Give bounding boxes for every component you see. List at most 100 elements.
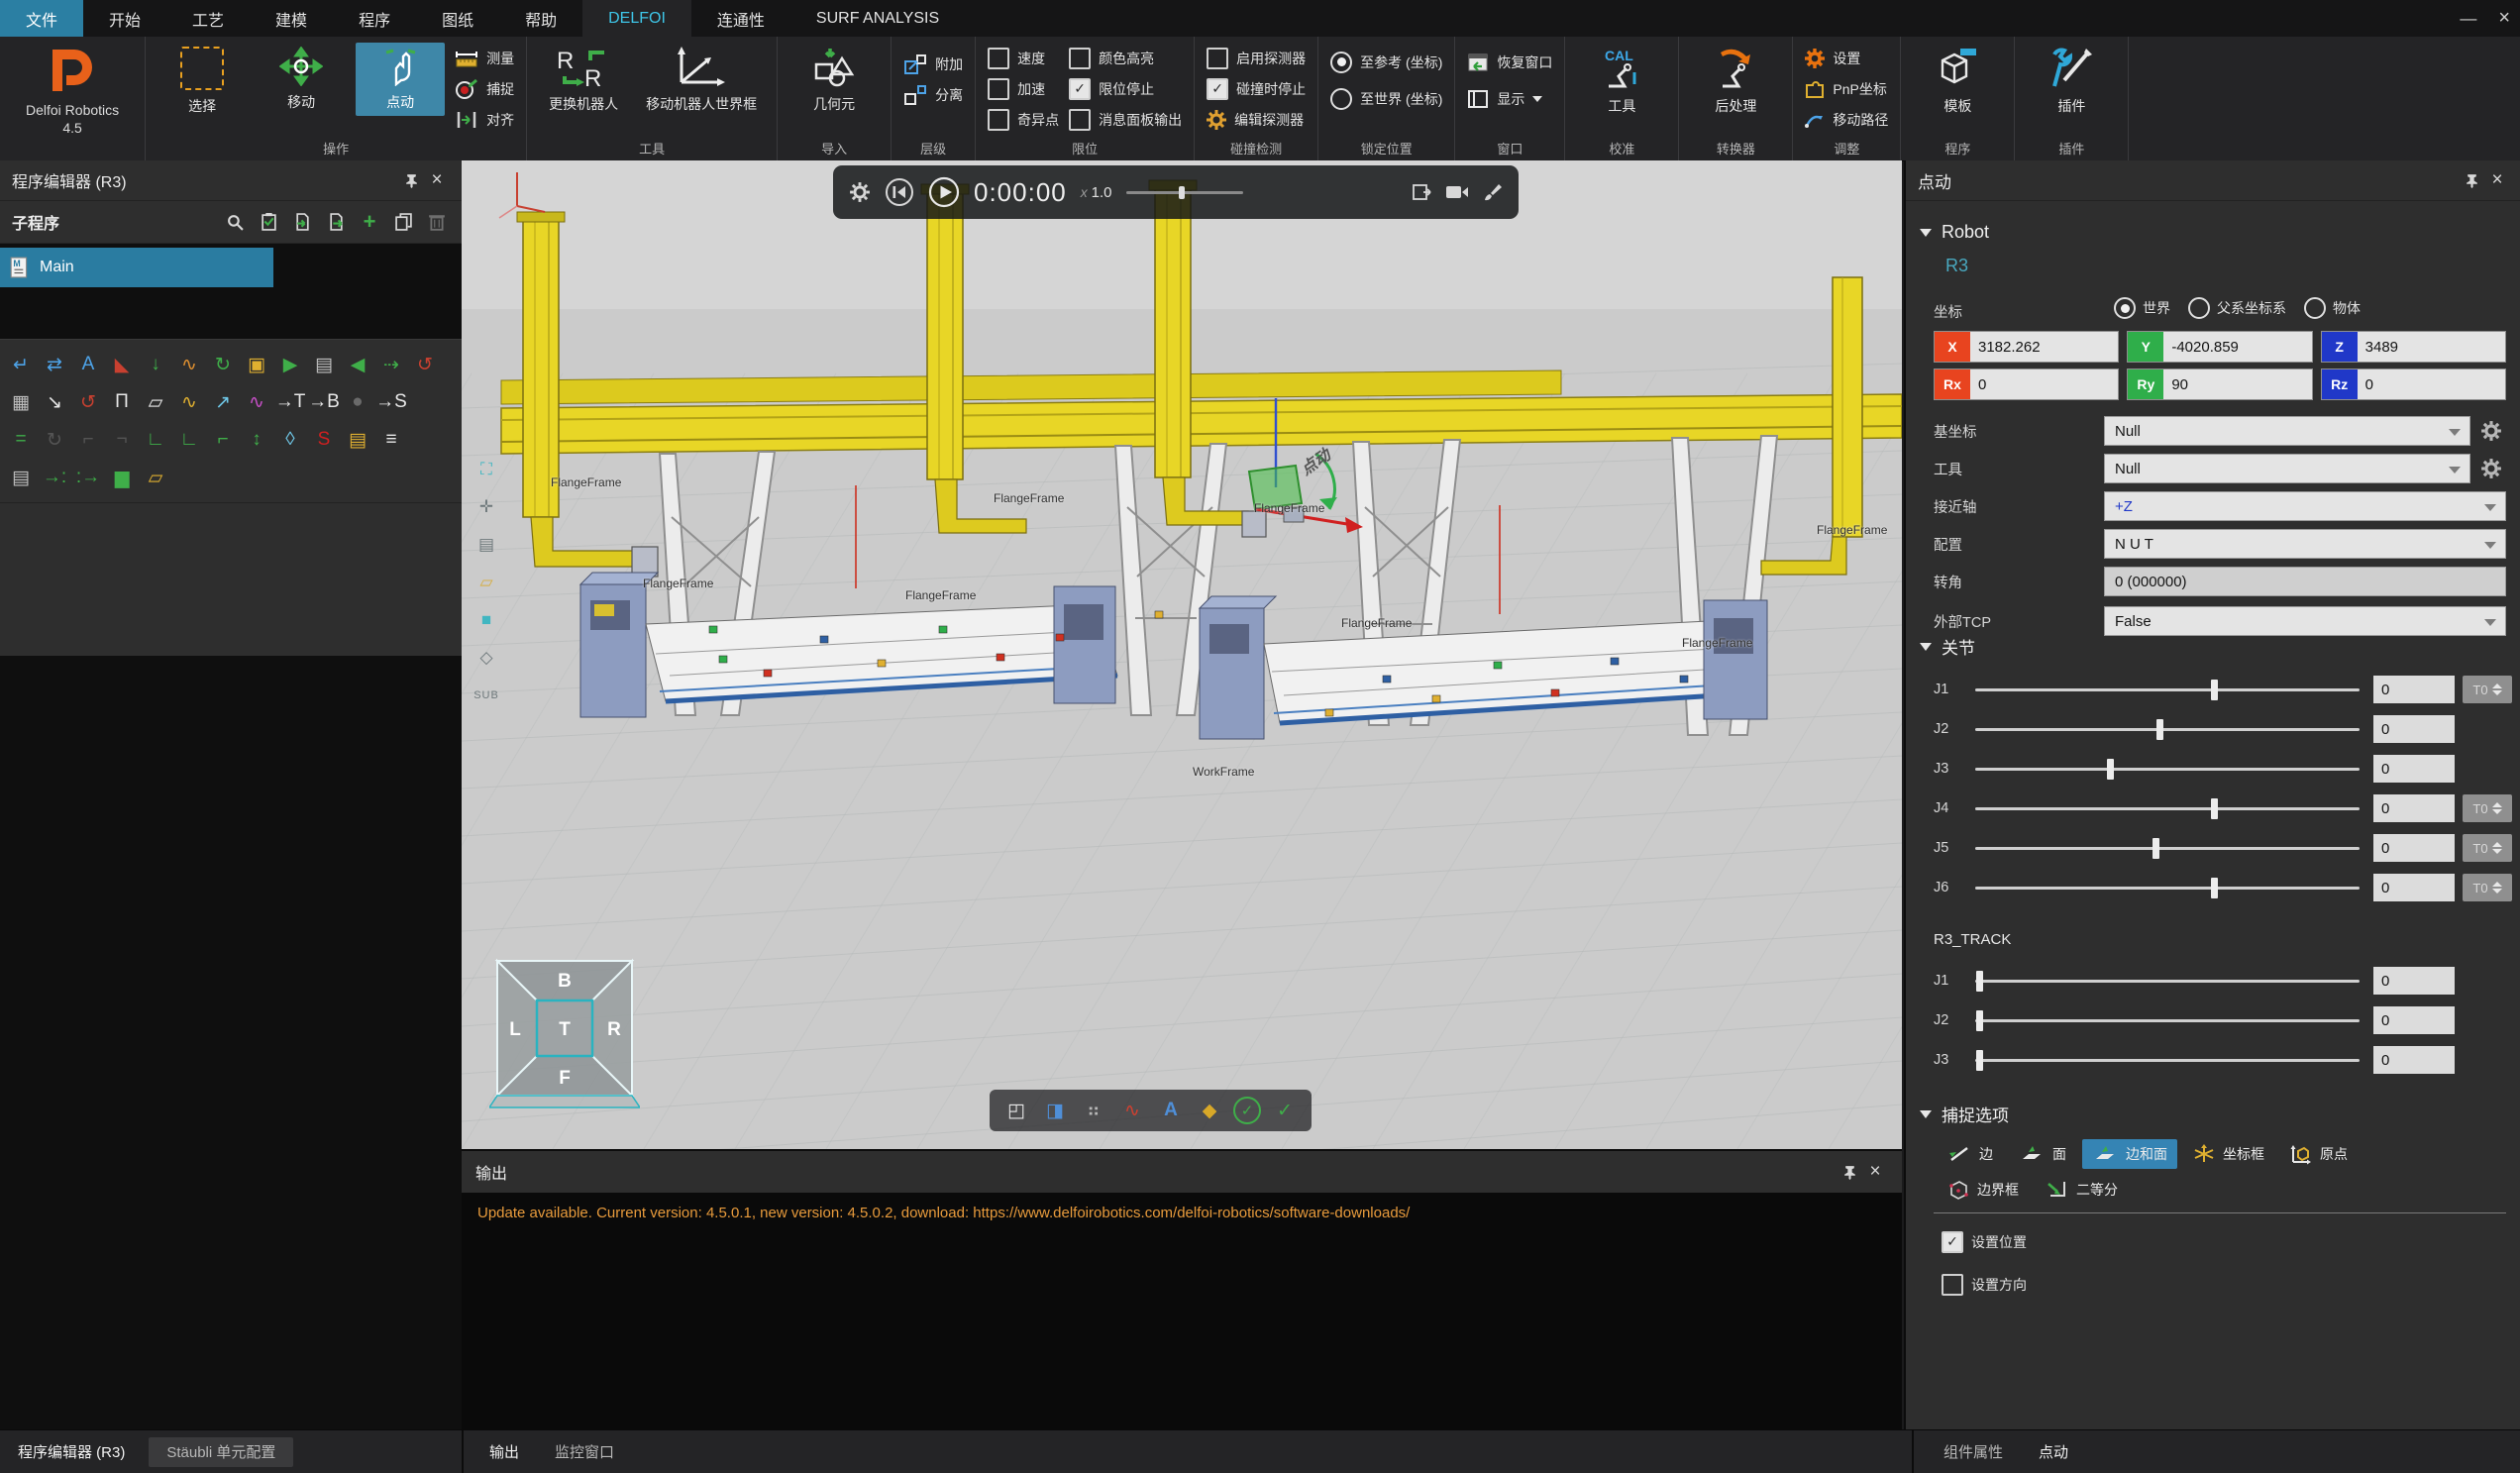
jump-left-icon[interactable]: ⌐ [71,425,105,455]
signal-chart-icon[interactable]: ∿ [1117,1096,1147,1125]
playback-settings-gear-icon[interactable] [849,181,871,203]
jog-pin-icon[interactable] [2459,167,2484,193]
align-button[interactable]: 对齐 [455,106,514,133]
up-arrow-icon[interactable] [2492,802,2502,807]
curve-move-icon[interactable]: ↘ [38,387,71,417]
menu-tab-6[interactable]: 图纸 [416,0,499,37]
page-icon[interactable]: ▤ [473,533,499,557]
pan-icon[interactable]: ✛ [473,495,499,519]
delete-subprogram-icon[interactable] [424,209,450,235]
apply-check-icon[interactable]: ✓ [1270,1096,1300,1125]
insert-down-icon[interactable]: ↓ [139,350,172,379]
snap-checkbox-1[interactable]: ✓设置位置 [1942,1228,2027,1255]
loop-icon[interactable]: ↻ [206,350,240,379]
joints-section-header[interactable]: 关节 [1920,634,1975,659]
pose-field-y[interactable]: Y-4020.859 [2127,331,2312,363]
disabled-circle-icon[interactable]: ● [341,387,374,417]
check-ok-icon[interactable]: ✓ [1233,1097,1261,1124]
record-video-icon[interactable] [1445,183,1469,201]
field-gear-icon[interactable] [2476,416,2506,446]
export-image-icon[interactable] [1412,182,1431,202]
field-dropdown[interactable]: +Z [2104,491,2506,521]
field-gear-icon[interactable] [2476,454,2506,483]
sync-icon[interactable]: ↕ [240,425,273,455]
coord-mode-radio-2[interactable]: 父系坐标系 [2188,297,2286,319]
slider-knob[interactable] [1976,971,1983,992]
rotary-icon[interactable]: ↺ [71,387,105,417]
field-dropdown[interactable]: False [2104,606,2506,636]
template-button[interactable]: 模板 [1913,43,2002,120]
ramp-icon[interactable]: ◣ [105,350,139,379]
enable-detector-checkbox[interactable]: ✓启用探测器 [1207,45,1306,71]
geometry-button[interactable]: 几何元 [789,43,879,118]
slider-knob[interactable] [2211,798,2218,819]
pose-field-x[interactable]: X3182.262 [1934,331,2119,363]
edit-detector-button[interactable]: 编辑探测器 [1207,106,1306,133]
menu-tab-9[interactable]: 连通性 [691,0,790,37]
path-points-icon[interactable]: ∿ [172,350,206,379]
lock-position-radio-2[interactable]: 至世界 (坐标) [1330,85,1442,112]
spline-icon[interactable]: ∿ [240,387,273,417]
joint-slider[interactable] [1975,887,2360,890]
jog-button[interactable]: 点动 [356,43,445,116]
add-subprogram-icon[interactable]: + [357,209,382,235]
return-icon[interactable]: ⌐ [206,425,240,455]
output-close-icon[interactable]: × [1862,1159,1888,1185]
move-robot-world-frame-button[interactable]: 移动机器人世界框 [638,43,765,118]
server-icon[interactable]: ▤ [307,350,341,379]
output-pin-icon[interactable] [1837,1159,1862,1185]
comment-icon[interactable]: ≡ [374,425,408,455]
plugin-button[interactable]: 插件 [2027,43,2116,120]
wave-path-icon[interactable]: ∿ [172,387,206,417]
joint-value[interactable]: 0 [2373,676,2455,703]
turn-spinner[interactable]: T0 [2463,874,2512,901]
call-icon[interactable]: ↻ [38,425,71,455]
coord-mode-radio-1[interactable]: 世界 [2114,297,2170,319]
pose-field-ry[interactable]: Ry90 [2127,368,2312,400]
snap-option-5[interactable]: 原点 [2280,1139,2358,1169]
linear-move-icon[interactable]: ↗ [206,387,240,417]
slider-knob[interactable] [2211,878,2218,898]
snap-button[interactable]: 捕捉 [455,75,514,102]
jog-close-icon[interactable]: × [2484,167,2510,193]
frame-select-icon[interactable]: ▣ [240,350,273,379]
bottom-tab-output-2[interactable]: 监控窗口 [537,1430,632,1473]
joint-value[interactable]: 0 [2373,1046,2455,1074]
snap-option-1[interactable]: 边 [1938,1139,2003,1169]
folder-icon[interactable]: ▱ [139,387,172,417]
snap-option-4[interactable]: 坐标框 [2183,1139,2274,1169]
cube-view-icon[interactable]: ◇ [473,646,499,670]
menu-tab-3[interactable]: 工艺 [166,0,250,37]
joint-value[interactable]: 0 [2373,1006,2455,1034]
jump-right-icon[interactable]: ¬ [105,425,139,455]
slider-knob[interactable] [1976,1050,1983,1071]
wait-icon[interactable]: ◊ [273,425,307,455]
joint-slider[interactable] [1975,688,2360,691]
skip-to-start-icon[interactable] [885,177,914,207]
search-icon[interactable] [222,209,248,235]
snap-option-3[interactable]: 边和面 [2082,1139,2177,1169]
slider-knob[interactable] [1976,1010,1983,1031]
up-arrow-icon[interactable] [2492,684,2502,688]
limit-checkbox-5[interactable]: ✓限位停止 [1069,75,1182,102]
to-tool-icon[interactable]: →T [273,387,307,417]
limit-checkbox-1[interactable]: ✓速度 [988,45,1059,71]
snap-checkbox-2[interactable]: ✓设置方向 [1942,1271,2027,1298]
speed-slider[interactable] [1126,191,1243,194]
turn-spinner[interactable]: T0 [2463,794,2512,822]
print-icon[interactable]: ▤ [4,463,38,492]
menu-tab-7[interactable]: 帮助 [499,0,582,37]
field-dropdown[interactable]: N U T [2104,529,2506,559]
annotation-icon[interactable]: A [1156,1096,1186,1125]
rotate-icon[interactable]: ↺ [408,350,442,379]
to-base-icon[interactable]: →B [307,387,341,417]
export-subprogram-icon[interactable] [323,209,349,235]
cal-tools-button[interactable]: CAL 工具 [1577,43,1666,120]
playback-speed[interactable]: x 1.0 [1081,184,1112,201]
subprogram-main-item[interactable]: M Main [0,248,273,287]
joint-value[interactable]: 0 [2373,874,2455,901]
joint-slider[interactable] [1975,980,2360,983]
move-button[interactable]: 移动 [257,43,346,116]
close-panel-icon[interactable]: × [424,167,450,193]
bottom-tab-output-1[interactable]: 输出 [472,1430,537,1473]
